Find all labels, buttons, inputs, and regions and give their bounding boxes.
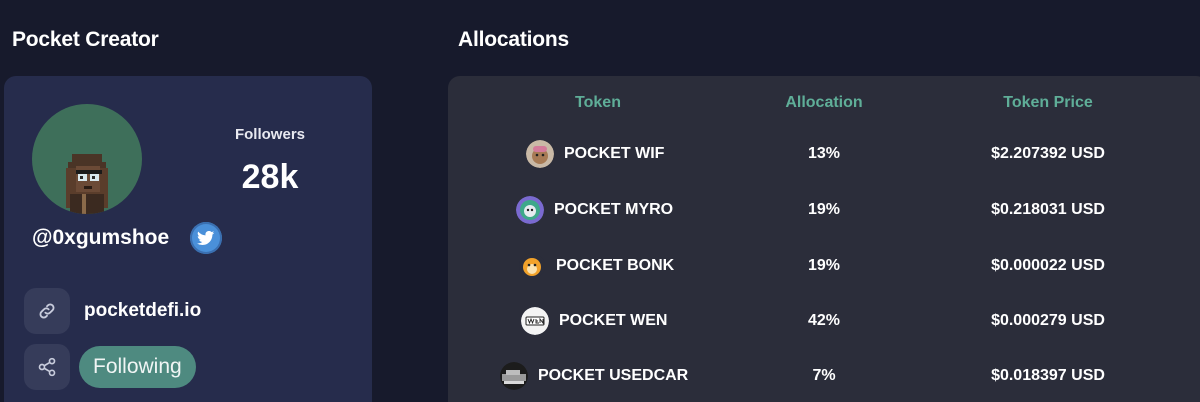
- usedcar-icon: [500, 362, 528, 390]
- token-name: POCKET MYRO: [554, 201, 674, 218]
- allocations-card: Token Allocation Token Price POCKET WIF …: [448, 76, 1200, 402]
- token-cell: POCKET MYRO: [516, 190, 673, 230]
- page: Pocket Creator Allocations Followers 28k…: [0, 0, 1200, 402]
- token-price: $0.018397 USD: [991, 367, 1105, 384]
- allocation-value: 42%: [807, 312, 841, 329]
- token-name: POCKET USEDCAR: [538, 367, 689, 384]
- token-cell: POCKET USEDCAR: [500, 356, 688, 396]
- token-price: $0.000022 USD: [991, 257, 1105, 274]
- table-row[interactable]: POCKET WEN 42% $0.000279 USD: [448, 301, 1200, 341]
- token-price: $0.000279 USD: [991, 312, 1105, 329]
- following-button[interactable]: Following: [79, 346, 196, 388]
- bonk-icon: [519, 253, 545, 279]
- creator-section-title: Pocket Creator: [12, 28, 159, 51]
- link-button[interactable]: [24, 288, 70, 334]
- creator-handle[interactable]: @0xgumshoe: [32, 226, 169, 250]
- wen-icon: [521, 307, 549, 335]
- share-button[interactable]: [24, 344, 70, 390]
- token-cell: POCKET WIF: [526, 134, 664, 174]
- followers-label: Followers: [234, 126, 305, 143]
- allocations-section-title: Allocations: [458, 28, 569, 51]
- wif-dog-icon: [526, 140, 554, 168]
- followers-count: 28k: [241, 158, 299, 196]
- website-link[interactable]: pocketdefi.io: [84, 300, 201, 322]
- table-row[interactable]: POCKET MYRO 19% $0.218031 USD: [448, 190, 1200, 230]
- column-header-token: Token: [575, 94, 621, 111]
- twitter-icon[interactable]: [190, 222, 222, 254]
- allocation-value: 13%: [807, 145, 841, 162]
- table-row[interactable]: POCKET BONK 19% $0.000022 USD: [448, 246, 1200, 286]
- allocation-value: 7%: [812, 367, 836, 384]
- token-price: $2.207392 USD: [991, 145, 1105, 162]
- table-row[interactable]: POCKET WIF 13% $2.207392 USD: [448, 134, 1200, 174]
- myro-icon: [516, 196, 544, 224]
- avatar[interactable]: [32, 104, 142, 214]
- table-row[interactable]: POCKET USEDCAR 7% $0.018397 USD: [448, 356, 1200, 396]
- column-header-price: Token Price: [1003, 94, 1093, 111]
- token-cell: POCKET BONK: [518, 246, 674, 286]
- token-name: POCKET WIF: [564, 145, 665, 162]
- allocation-value: 19%: [807, 201, 841, 218]
- token-name: POCKET WEN: [559, 312, 668, 329]
- pixel-avatar-icon: [66, 154, 108, 214]
- allocation-value: 19%: [807, 257, 841, 274]
- creator-card: Followers 28k @0xgumshoe pocketdefi.io F…: [4, 76, 372, 402]
- share-icon: [38, 357, 56, 377]
- link-icon: [39, 303, 55, 319]
- token-price: $0.218031 USD: [991, 201, 1105, 218]
- token-cell: POCKET WEN: [521, 301, 667, 341]
- token-name: POCKET BONK: [556, 257, 675, 274]
- column-header-allocation: Allocation: [785, 94, 863, 111]
